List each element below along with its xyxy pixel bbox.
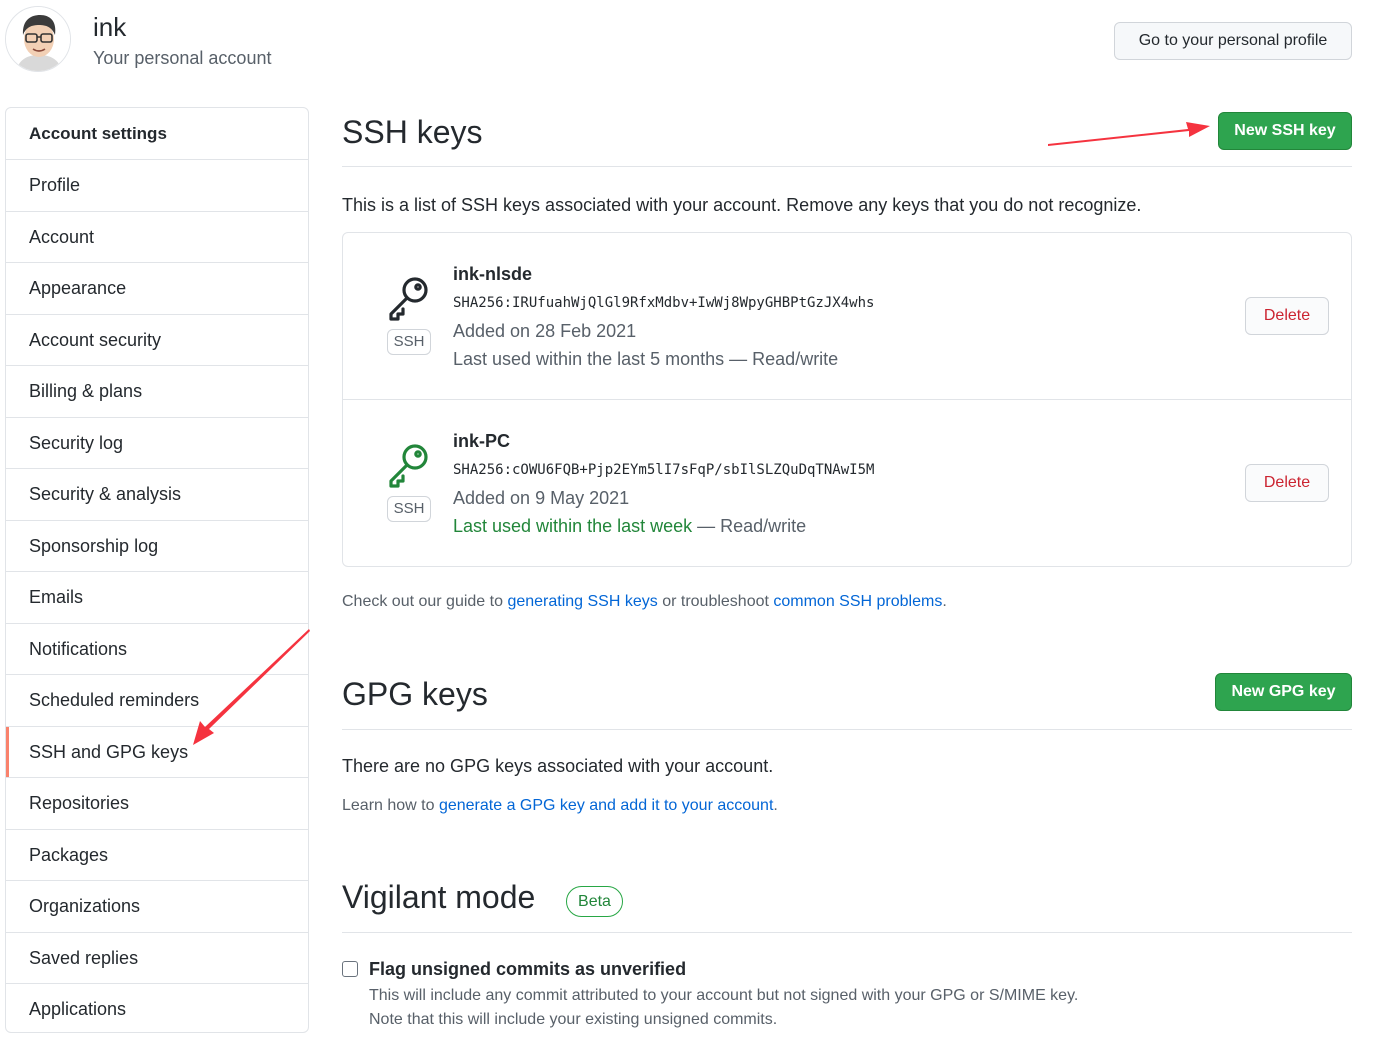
ssh-key-row: SSH ink-PC SHA256:cOWU6FQB+Pjp2EYm5lI7sF… (343, 400, 1351, 567)
sidebar-item-appearance[interactable]: Appearance (6, 263, 308, 315)
new-gpg-key-button[interactable]: New GPG key (1215, 673, 1352, 711)
ssh-key-added-date: Added on 9 May 2021 (453, 488, 630, 508)
ssh-key-last-used: Last used within the last 5 months (453, 349, 725, 369)
new-ssh-key-button[interactable]: New SSH key (1218, 112, 1352, 150)
avatar-image (6, 7, 70, 71)
sidebar-item-security-log[interactable]: Security log (6, 418, 308, 469)
ssh-key-name: ink-nlsde (453, 264, 533, 284)
ssh-guide-prefix: Check out our guide to (342, 593, 508, 610)
sidebar-item-notifications[interactable]: Notifications (6, 624, 308, 675)
gpg-empty-text: There are no GPG keys associated with yo… (342, 756, 774, 776)
gpg-divider (342, 729, 1352, 730)
sidebar-item-security-analysis[interactable]: Security & analysis (6, 469, 308, 521)
generate-gpg-key-link[interactable]: generate a GPG key and add it to your ac… (439, 797, 773, 814)
vigilant-note-line2: Note that this will include your existin… (369, 1011, 778, 1028)
key-icon (389, 444, 428, 488)
ssh-key-access: — Read/write (692, 516, 807, 536)
account-subtitle: Your personal account (93, 48, 272, 68)
sidebar-item-packages[interactable]: Packages (6, 830, 308, 881)
avatar[interactable] (5, 6, 71, 72)
account-username: ink (93, 12, 127, 42)
settings-sidebar: Account settings Profile Account Appeara… (5, 107, 309, 1033)
sidebar-item-saved-replies[interactable]: Saved replies (6, 933, 308, 984)
delete-ssh-key-button[interactable]: Delete (1245, 464, 1329, 502)
ssh-divider (342, 166, 1352, 167)
generating-ssh-keys-link[interactable]: generating SSH keys (507, 593, 657, 610)
ssh-key-fingerprint: SHA256:cOWU6FQB+Pjp2EYm5lI7sFqP/sbIlSLZQ… (453, 462, 875, 478)
sidebar-item-profile[interactable]: Profile (6, 160, 308, 212)
ssh-key-usage: Last used within the last week — Read/wr… (453, 516, 806, 537)
sidebar-item-scheduled-reminders[interactable]: Scheduled reminders (6, 675, 308, 727)
beta-badge: Beta (566, 886, 623, 917)
common-ssh-problems-link[interactable]: common SSH problems (773, 593, 942, 610)
ssh-key-fingerprint: SHA256:IRUfuahWjQlGl9RfxMdbv+IwWj8WpyGHB… (453, 295, 875, 311)
ssh-key-access: — Read/write (724, 349, 839, 369)
vigilant-note-line1: This will include any commit attributed … (369, 987, 1079, 1004)
sidebar-item-account[interactable]: Account (6, 212, 308, 263)
sidebar-item-applications[interactable]: Applications (6, 984, 308, 1032)
sidebar-item-billing[interactable]: Billing & plans (6, 366, 308, 418)
annotation-arrow-new-ssh-key (1048, 122, 1210, 146)
ssh-description: This is a list of SSH keys associated wi… (342, 195, 1142, 215)
vigilant-divider (342, 932, 1352, 933)
go-to-profile-button[interactable]: Go to your personal profile (1114, 22, 1352, 60)
sidebar-item-repositories[interactable]: Repositories (6, 778, 308, 830)
ssh-key-usage: Last used within the last 5 months — Rea… (453, 349, 838, 370)
sidebar-heading: Account settings (6, 108, 308, 160)
ssh-type-badge: SSH (387, 496, 431, 522)
gpg-learn-suffix: . (773, 797, 778, 814)
ssh-key-list: SSH ink-nlsde SHA256:IRUfuahWjQlGl9RfxMd… (342, 232, 1352, 567)
gpg-keys-title: GPG keys (342, 676, 488, 712)
ssh-key-added-date: Added on 28 Feb 2021 (453, 321, 637, 341)
delete-ssh-key-button[interactable]: Delete (1245, 297, 1329, 335)
ssh-type-badge: SSH (387, 329, 431, 355)
ssh-key-row: SSH ink-nlsde SHA256:IRUfuahWjQlGl9RfxMd… (343, 233, 1351, 400)
ssh-guide-text: Check out our guide to generating SSH ke… (342, 593, 947, 611)
flag-unsigned-commits-checkbox[interactable] (342, 961, 358, 977)
flag-unsigned-commits-label[interactable]: Flag unsigned commits as unverified (369, 959, 686, 980)
gpg-learn-prefix: Learn how to (342, 797, 439, 814)
ssh-key-last-used: Last used within the last week (453, 516, 693, 536)
sidebar-item-organizations[interactable]: Organizations (6, 881, 308, 933)
ssh-guide-suffix: . (942, 593, 947, 610)
sidebar-item-ssh-gpg-keys[interactable]: SSH and GPG keys (6, 726, 308, 778)
ssh-guide-middle: or troubleshoot (657, 593, 774, 610)
ssh-keys-title: SSH keys (342, 114, 483, 150)
sidebar-item-emails[interactable]: Emails (6, 572, 308, 624)
vigilant-mode-title: Vigilant mode (342, 879, 536, 915)
ssh-key-name: ink-PC (453, 431, 511, 451)
sidebar-item-account-security[interactable]: Account security (6, 315, 308, 366)
gpg-learn-text: Learn how to generate a GPG key and add … (342, 797, 778, 815)
sidebar-item-sponsorship-log[interactable]: Sponsorship log (6, 521, 308, 572)
key-icon (389, 277, 428, 321)
